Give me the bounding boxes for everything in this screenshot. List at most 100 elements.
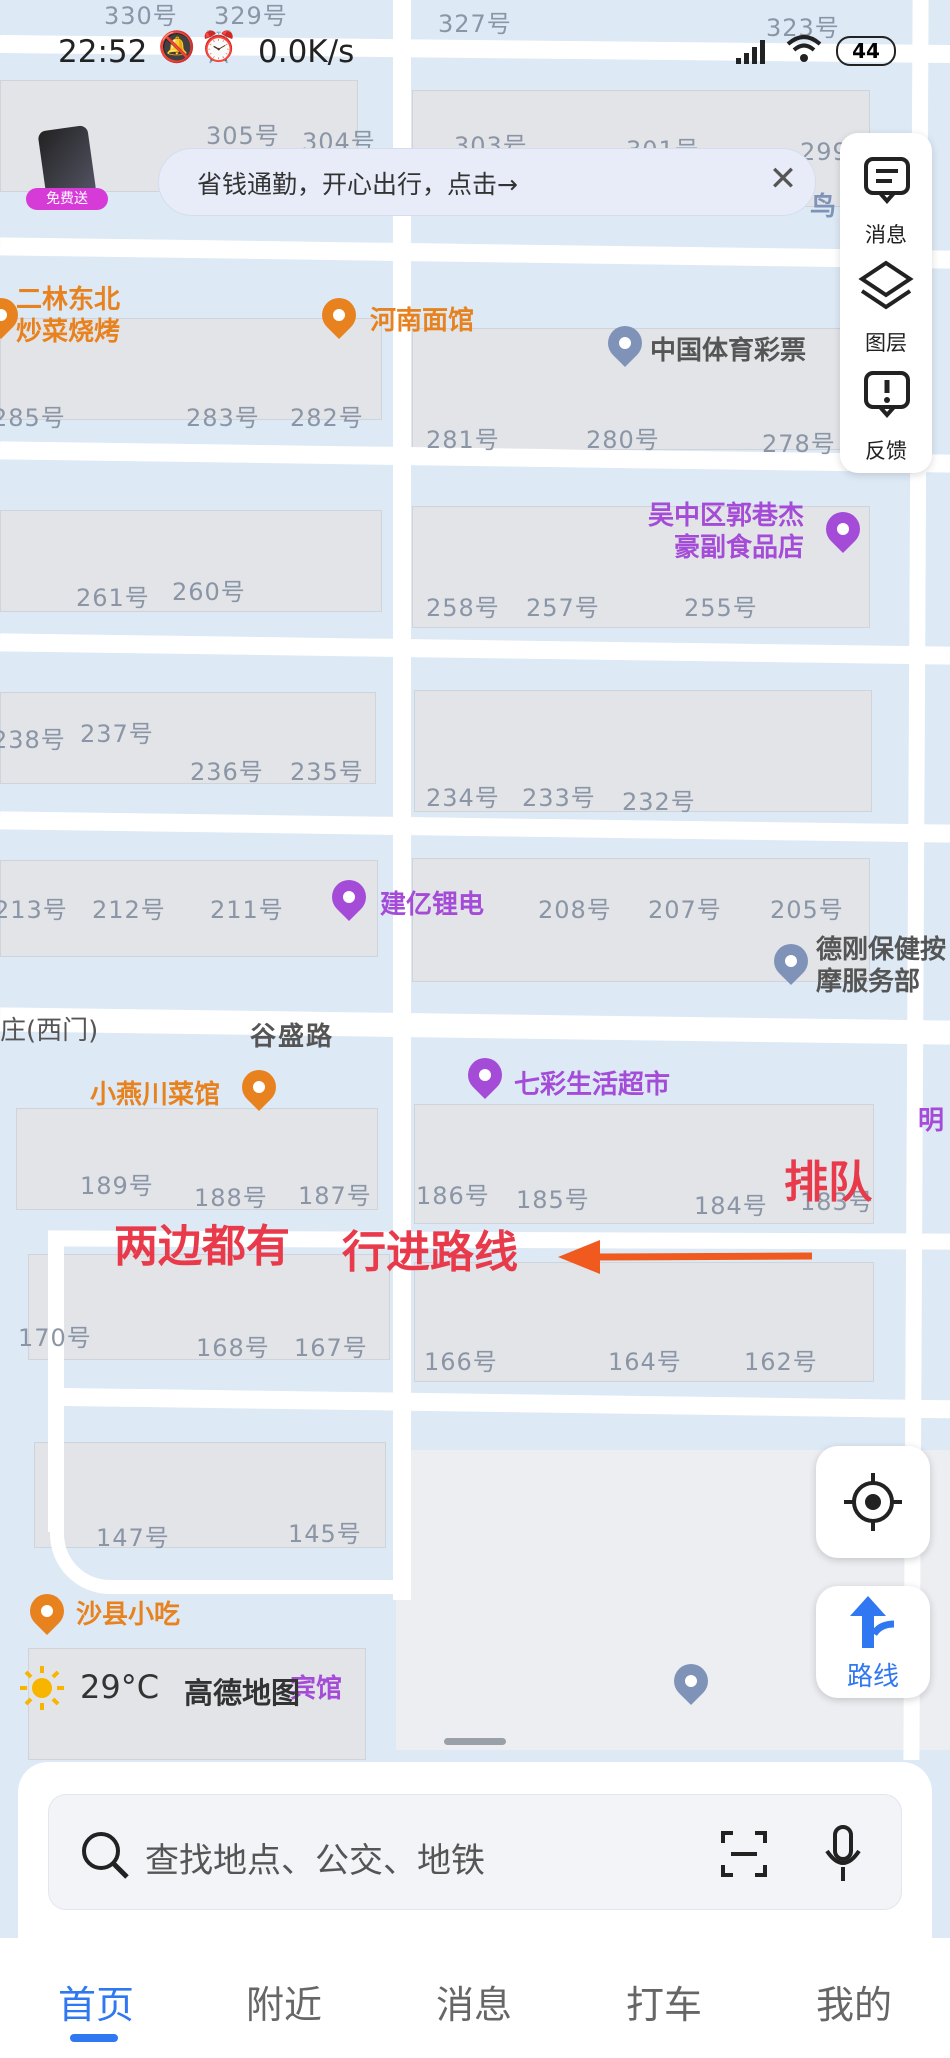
house-number: 283号 (186, 404, 260, 432)
crosshair-icon (844, 1473, 902, 1531)
side-button-feedback[interactable]: 反馈 (840, 365, 932, 470)
shop-pin-icon[interactable] (460, 1050, 510, 1100)
house-number: 282号 (290, 404, 364, 432)
house-number: 237号 (80, 720, 154, 748)
poi-sports-lottery[interactable]: 中国体育彩票 (650, 330, 806, 367)
house-number: 260号 (172, 578, 246, 606)
poi-partial-ming[interactable]: 明 (918, 1100, 944, 1137)
tab-home[interactable]: 首页 (58, 1974, 134, 2029)
scan-icon[interactable] (719, 1829, 769, 1879)
locate-button[interactable] (816, 1446, 930, 1558)
house-number: 211号 (210, 896, 284, 924)
house-number: 162号 (744, 1348, 818, 1376)
poi-henan-noodles[interactable]: 河南面馆 (370, 300, 474, 337)
status-bar: 22:52 🔕 ⏰ 0.0K/s 44 (0, 26, 950, 76)
search-input[interactable]: 查找地点、公交、地铁 (48, 1794, 902, 1910)
route-turn-icon (850, 1596, 895, 1648)
house-number: 285号 (0, 404, 66, 432)
side-button-label: 消息 (865, 223, 907, 247)
feedback-icon (864, 371, 910, 419)
house-number: 238号 (0, 726, 66, 754)
brand-label: 高德地图 (184, 1676, 301, 1710)
house-number: 305号 (206, 122, 280, 150)
house-number: 280号 (586, 426, 660, 454)
tab-messages[interactable]: 消息 (436, 1974, 512, 2029)
annotation-both-sides: 两边都有 (114, 1221, 290, 1272)
promo-gift-badge[interactable]: 免费送 (22, 124, 112, 212)
tab-nearby[interactable]: 附近 (246, 1974, 322, 2029)
house-number: 207号 (648, 896, 722, 924)
search-panel: 查找地点、公交、地铁 (18, 1762, 932, 1942)
house-number: 147号 (96, 1524, 170, 1552)
house-number: 234号 (426, 784, 500, 812)
tab-taxi[interactable]: 打车 (626, 1974, 702, 2029)
house-number: 205号 (770, 896, 844, 924)
house-number: 233号 (522, 784, 596, 812)
poi-qicai-supermarket[interactable]: 七彩生活超市 (514, 1064, 670, 1101)
drag-handle[interactable] (444, 1738, 506, 1745)
house-number: 281号 (426, 426, 500, 454)
road-gusheng (0, 1007, 950, 1045)
road (393, 0, 411, 1600)
house-number: 184号 (694, 1192, 768, 1220)
house-number: 170号 (18, 1324, 92, 1352)
network-speed: 0.0K/s (258, 34, 355, 70)
house-number: 164号 (608, 1348, 682, 1376)
alarm-icon: ⏰ (200, 30, 238, 65)
house-number: 235号 (290, 758, 364, 786)
house-number: 185号 (516, 1186, 590, 1214)
side-button-message[interactable]: 消息 (840, 149, 932, 254)
map-canvas[interactable]: 330号 329号 327号 323号 305号 304号 303号 301号 … (0, 0, 950, 2058)
route-button-label: 路线 (846, 1662, 899, 1692)
house-number: 212号 (92, 896, 166, 924)
route-button[interactable]: 路线 (816, 1586, 930, 1698)
house-number: 236号 (190, 758, 264, 786)
poi-jianyi-battery[interactable]: 建亿锂电 (380, 884, 484, 921)
house-number: 213号 (0, 896, 68, 924)
house-number: 168号 (196, 1334, 270, 1362)
bottom-tab-bar: 首页 附近 消息 打车 我的 (0, 1938, 950, 2058)
house-number: 258号 (426, 594, 500, 622)
search-placeholder: 查找地点、公交、地铁 (145, 1841, 485, 1881)
poi-wuzhong-food-store[interactable]: 吴中区郭巷杰 豪副食品店 (648, 500, 804, 564)
house-number: 187号 (298, 1182, 372, 1210)
restaurant-pin-icon[interactable] (22, 1586, 72, 1636)
road (0, 811, 950, 843)
message-icon (864, 157, 910, 205)
tab-me[interactable]: 我的 (816, 1974, 892, 2029)
house-number: 255号 (684, 594, 758, 622)
poi-west-gate[interactable]: 庄(西门) (0, 1010, 98, 1047)
poi-degang-massage[interactable]: 德刚保健按 摩服务部 (816, 934, 946, 998)
sun-icon (20, 1666, 64, 1710)
search-icon (82, 1832, 129, 1879)
poi-erlin-bbq[interactable]: 二林东北 炒菜烧烤 (16, 284, 120, 348)
promo-badge-label: 免费送 (26, 188, 108, 210)
temperature: 29°C (80, 1668, 160, 1706)
commute-banner[interactable]: 省钱通勤，开心出行，点击→ ✕ (158, 148, 816, 216)
house-number: 188号 (194, 1184, 268, 1212)
annotation-queue: 排队 (784, 1157, 872, 1208)
layers-icon (858, 260, 914, 310)
battery-indicator: 44 (836, 36, 896, 66)
side-button-label: 图层 (865, 331, 907, 355)
muted-bell-icon: 🔕 (158, 30, 196, 65)
side-button-layers[interactable]: 图层 (840, 257, 932, 362)
annotation-route: 行进路线 (342, 1227, 518, 1278)
close-icon[interactable]: ✕ (763, 159, 803, 199)
wifi-icon (786, 35, 822, 62)
house-number: 145号 (288, 1520, 362, 1548)
road (0, 237, 950, 269)
road-name-label: 谷盛路 (250, 1022, 335, 1052)
road (47, 1387, 950, 1419)
tab-active-indicator (70, 2034, 118, 2042)
noodle-pin-icon[interactable] (234, 1062, 284, 1112)
map-side-panel: 消息 图层 反馈 (840, 133, 932, 473)
microphone-icon[interactable] (823, 1825, 863, 1883)
road (0, 633, 950, 665)
house-number: 186号 (416, 1182, 490, 1210)
side-button-label: 反馈 (865, 439, 907, 463)
house-number: 166号 (424, 1348, 498, 1376)
poi-xiaoyan-restaurant[interactable]: 小燕川菜馆 (90, 1074, 220, 1111)
house-number: 232号 (622, 788, 696, 816)
poi-shaxian-snacks[interactable]: 沙县小吃 (76, 1594, 180, 1631)
